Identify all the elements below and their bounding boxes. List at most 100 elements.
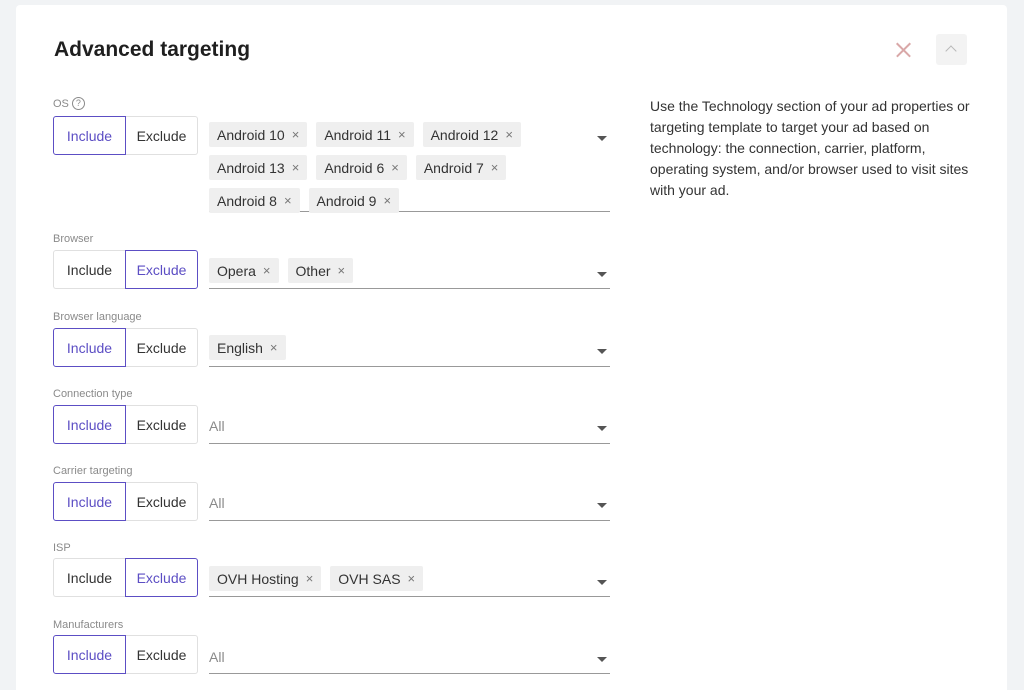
chip-label: Android 10 (217, 126, 285, 143)
mode-toggle-manufacturers: Include Exclude (53, 635, 198, 674)
exclude-button[interactable]: Exclude (126, 116, 198, 155)
remove-icon[interactable]: × (408, 571, 416, 586)
chip-list: Android 10 × Android 11 × Android 12 × Android… (209, 122, 610, 213)
section-label-text: OS (53, 97, 69, 110)
panel-title: Advanced targeting (54, 38, 251, 61)
chip-label: Android 6 (324, 159, 385, 176)
chip: Android 13 × (209, 155, 308, 180)
exclude-button[interactable]: Exclude (126, 405, 198, 444)
remove-icon[interactable]: × (383, 193, 391, 208)
section-label-text: Browser language (53, 311, 142, 323)
section-label-browser: Browser (53, 233, 93, 245)
section-label-carrier-targeting: Carrier targeting (53, 465, 132, 477)
mode-toggle-browser-language: Include Exclude (53, 328, 198, 367)
chevron-down-icon[interactable] (597, 136, 607, 141)
chevron-down-icon[interactable] (597, 657, 607, 662)
chevron-down-icon[interactable] (597, 349, 607, 354)
remove-icon[interactable]: × (292, 127, 300, 142)
remove-icon[interactable]: × (284, 193, 292, 208)
section-label-browser-language: Browser language (53, 311, 142, 323)
multiselect-browser-language[interactable]: English × (209, 335, 610, 367)
chip-label: English (217, 339, 263, 356)
chip: Android 12 × (422, 122, 521, 147)
chip: English × (209, 335, 286, 360)
chip: Other × (287, 258, 354, 283)
chevron-down-icon[interactable] (597, 580, 607, 585)
chip-label: OVH Hosting (217, 570, 299, 587)
remove-icon[interactable]: × (491, 160, 499, 175)
remove-icon[interactable]: × (398, 127, 406, 142)
remove-icon[interactable]: × (270, 340, 278, 355)
multiselect-connection-type[interactable]: All (209, 416, 610, 444)
mode-toggle-carrier-targeting: Include Exclude (53, 482, 198, 521)
chip-list: English × (209, 335, 610, 360)
chip-label: Opera (217, 262, 256, 279)
info-text: Use the Technology section of your ad pr… (650, 98, 970, 198)
mode-toggle-connection-type: Include Exclude (53, 405, 198, 444)
include-button[interactable]: Include (53, 116, 126, 155)
section-label-isp: ISP (53, 542, 71, 554)
select-placeholder: All (209, 418, 225, 434)
chip: OVH Hosting × (209, 566, 322, 591)
chevron-down-icon[interactable] (597, 426, 607, 431)
include-button[interactable]: Include (53, 482, 126, 521)
chip: Android 8 × (209, 188, 300, 213)
select-placeholder: All (209, 495, 225, 511)
chip: Android 6 × (316, 155, 407, 180)
exclude-button[interactable]: Exclude (126, 328, 198, 367)
chip-label: Android 12 (430, 126, 499, 143)
remove-icon[interactable]: × (306, 571, 314, 586)
section-label-text: Carrier targeting (53, 465, 133, 477)
chip-label: OVH SAS (338, 570, 401, 587)
multiselect-browser[interactable]: Opera × Other × (209, 258, 610, 289)
chip: Android 10 × (209, 122, 308, 147)
chip: Android 11 × (316, 122, 414, 147)
chip: Opera × (209, 258, 279, 283)
remove-icon[interactable]: × (505, 127, 513, 142)
remove-icon[interactable]: × (338, 263, 346, 278)
include-button[interactable]: Include (53, 250, 125, 289)
section-label-connection-type: Connection type (53, 388, 133, 400)
include-button[interactable]: Include (53, 635, 126, 674)
section-label-os: OS? (53, 97, 85, 110)
chevron-down-icon[interactable] (597, 272, 607, 277)
chip-list: OVH Hosting × OVH SAS × (209, 566, 610, 591)
section-label-manufacturers: Manufacturers (53, 619, 123, 631)
close-icon[interactable] (893, 40, 913, 60)
chip: OVH SAS × (330, 566, 424, 591)
chip-list: Opera × Other × (209, 258, 610, 283)
chip: Android 7 × (415, 155, 507, 180)
section-label-text: ISP (53, 542, 71, 554)
chip: Android 9 × (308, 188, 400, 213)
chip-label: Android 7 (423, 159, 484, 176)
multiselect-os[interactable]: Android 10 × Android 11 × Android 12 × Android… (209, 122, 610, 213)
mode-toggle-os: Include Exclude (53, 116, 198, 155)
remove-icon[interactable]: × (292, 160, 300, 175)
section-label-text: Manufacturers (53, 619, 124, 631)
help-circle-icon[interactable]: ? (71, 97, 85, 110)
exclude-button[interactable]: Exclude (125, 250, 198, 289)
exclude-button[interactable]: Exclude (126, 635, 198, 674)
section-label-text: Browser (53, 233, 94, 245)
multiselect-manufacturers[interactable]: All (209, 647, 610, 674)
mode-toggle-isp: Include Exclude (53, 558, 198, 597)
exclude-button[interactable]: Exclude (125, 558, 198, 597)
multiselect-carrier-targeting[interactable]: All (209, 493, 610, 521)
include-button[interactable]: Include (53, 558, 125, 597)
exclude-button[interactable]: Exclude (126, 482, 198, 521)
chip-label: Android 13 (217, 159, 285, 176)
include-button[interactable]: Include (53, 405, 126, 444)
select-placeholder: All (209, 649, 225, 665)
remove-icon[interactable]: × (263, 263, 271, 278)
chevron-down-icon[interactable] (597, 503, 607, 508)
chip-label: Android 8 (217, 192, 277, 209)
remove-icon[interactable]: × (391, 160, 399, 175)
chip-label: Android 9 (316, 192, 377, 209)
include-button[interactable]: Include (53, 328, 126, 367)
chip-label: Android 11 (324, 126, 391, 143)
chip-label: Other (295, 262, 331, 279)
chevron-up-icon[interactable] (936, 34, 967, 65)
section-label-text: Connection type (53, 388, 133, 400)
multiselect-isp[interactable]: OVH Hosting × OVH SAS × (209, 566, 610, 597)
mode-toggle-browser: Include Exclude (53, 250, 198, 289)
